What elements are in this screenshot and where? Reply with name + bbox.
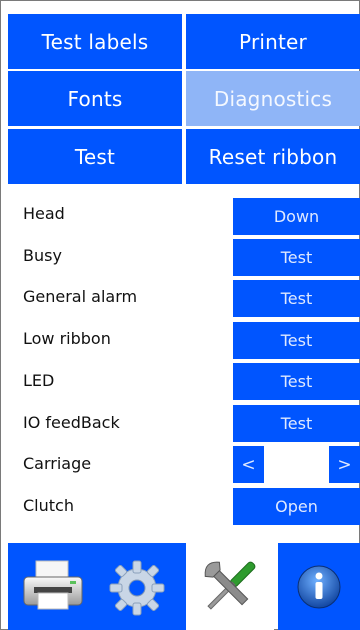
tab-test-labels[interactable]: Test labels: [8, 14, 182, 69]
info-toolbar-button[interactable]: [278, 543, 360, 630]
clutch-open-button[interactable]: Open: [233, 488, 360, 525]
head-down-button[interactable]: Down: [233, 198, 360, 235]
tab-printer[interactable]: Printer: [186, 14, 360, 69]
tab-reset-ribbon[interactable]: Reset ribbon: [186, 129, 360, 184]
tab-fonts[interactable]: Fonts: [8, 71, 182, 126]
row-label-clutch: Clutch: [23, 496, 74, 515]
carriage-right-button[interactable]: >: [329, 446, 360, 483]
settings-button[interactable]: [106, 557, 168, 619]
printer-button[interactable]: [18, 557, 88, 617]
tab-test[interactable]: Test: [8, 129, 182, 184]
tab-diagnostics[interactable]: Diagnostics: [186, 71, 360, 126]
diagnostics-toolbar-button[interactable]: [186, 543, 274, 630]
info-icon: [297, 565, 341, 608]
row-label-head: Head: [23, 204, 65, 223]
general-alarm-test-button[interactable]: Test: [233, 280, 360, 317]
led-test-button[interactable]: Test: [233, 363, 360, 400]
io-feedback-test-button[interactable]: Test: [233, 405, 360, 442]
row-label-busy: Busy: [23, 246, 62, 265]
carriage-stepper: < >: [233, 446, 360, 483]
low-ribbon-test-button[interactable]: Test: [233, 322, 360, 359]
row-label-general-alarm: General alarm: [23, 287, 138, 306]
carriage-value[interactable]: [264, 446, 329, 483]
row-label-carriage: Carriage: [23, 454, 92, 473]
row-label-led: LED: [23, 371, 55, 390]
row-label-low-ribbon: Low ribbon: [23, 329, 111, 348]
printer-icon: [23, 560, 83, 610]
busy-test-button[interactable]: Test: [233, 239, 360, 276]
bottom-toolbar: [8, 543, 360, 630]
printer-toolbar-group: [8, 543, 186, 630]
tools-icon: [204, 561, 256, 610]
row-label-io-feedback: IO feedBack: [23, 413, 120, 432]
gear-icon: [109, 560, 165, 616]
carriage-left-button[interactable]: <: [233, 446, 264, 483]
